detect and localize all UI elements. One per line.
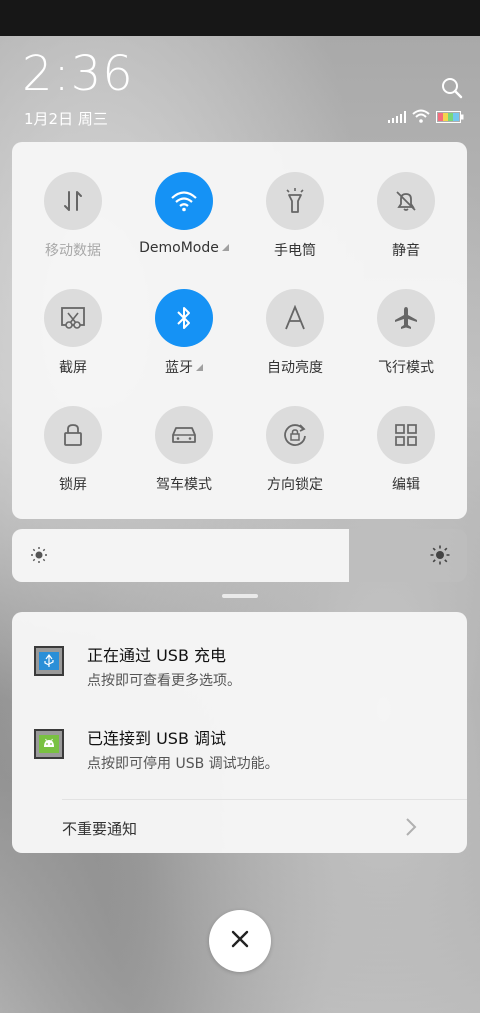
rotation-lock-icon: [266, 406, 324, 464]
unimportant-notifications-link[interactable]: 不重要通知: [62, 818, 137, 839]
wifi-status-icon: [412, 108, 430, 127]
signal-icon: [388, 108, 406, 127]
brightness-low-icon: [30, 546, 48, 568]
chevron-right-icon[interactable]: [405, 817, 417, 841]
tile-edit[interactable]: 编辑: [351, 406, 461, 494]
tile-driving-mode[interactable]: 驾车模式: [129, 406, 239, 494]
airplane-icon: [377, 289, 435, 347]
close-icon: [231, 930, 249, 952]
tile-mute[interactable]: 静音: [351, 172, 461, 260]
tile-mobile-data[interactable]: 移动数据: [18, 172, 128, 260]
usb-icon: [34, 646, 64, 676]
tile-label: 蓝牙: [165, 360, 193, 376]
divider: [62, 799, 467, 800]
drag-handle[interactable]: [222, 594, 258, 598]
tile-label: 飞行模式: [378, 360, 434, 376]
tile-label: 自动亮度: [267, 360, 323, 376]
android-icon: [34, 729, 64, 759]
date: 1月2日 周三: [24, 110, 108, 128]
bluetooth-icon: [155, 289, 213, 347]
tile-auto-brightness[interactable]: 自动亮度: [240, 289, 350, 377]
expand-triangle-icon: [221, 244, 229, 251]
flashlight-icon: [266, 172, 324, 230]
tile-flashlight[interactable]: 手电筒: [240, 172, 350, 260]
letter-a-icon: [266, 289, 324, 347]
wifi-icon: [155, 172, 213, 230]
grid-icon: [377, 406, 435, 464]
lock-icon: [44, 406, 102, 464]
tile-screenshot[interactable]: 截屏: [18, 289, 128, 377]
tile-label: 方向锁定: [267, 477, 323, 493]
tile-label: 手电筒: [274, 243, 316, 259]
brightness-high-icon: [430, 545, 450, 569]
tile-label: 锁屏: [59, 477, 87, 493]
tile-label: 驾车模式: [156, 477, 212, 493]
tile-label: 静音: [392, 243, 420, 259]
tile-airplane[interactable]: 飞行模式: [351, 289, 461, 377]
tile-label: 移动数据: [45, 243, 101, 259]
tile-lock-screen[interactable]: 锁屏: [18, 406, 128, 494]
notification-panel: 正在通过 USB 充电 点按即可查看更多选项。 已连接到 USB 调试 点按即可…: [12, 612, 467, 853]
tile-label: 编辑: [392, 477, 420, 493]
scissors-icon: [44, 289, 102, 347]
bell-off-icon: [377, 172, 435, 230]
clear-all-button[interactable]: [209, 910, 271, 972]
tile-rotation-lock[interactable]: 方向锁定: [240, 406, 350, 494]
expand-triangle-icon: [196, 364, 203, 371]
battery-icon: [436, 108, 464, 127]
notification-subtitle: 点按即可查看更多选项。: [87, 673, 241, 689]
status-icons: [388, 108, 464, 127]
search-icon[interactable]: [440, 76, 464, 100]
clock: 2:36: [22, 46, 134, 102]
top-status-strip: [0, 0, 480, 36]
tile-label: DemoMode: [139, 240, 219, 256]
brightness-fill: [12, 529, 349, 582]
mobile-data-icon: [44, 172, 102, 230]
quick-settings-panel: 移动数据 DemoMode 手电筒 静音 截屏 蓝牙 自动亮度 飞行模式 锁屏 …: [12, 142, 467, 519]
tile-wifi[interactable]: DemoMode: [129, 172, 239, 256]
notification-title: 已连接到 USB 调试: [87, 729, 227, 748]
notification-title: 正在通过 USB 充电: [87, 646, 227, 665]
tile-bluetooth[interactable]: 蓝牙: [129, 289, 239, 377]
tile-label: 截屏: [59, 360, 87, 376]
brightness-slider[interactable]: [12, 529, 467, 582]
car-icon: [155, 406, 213, 464]
notification-subtitle: 点按即可停用 USB 调试功能。: [87, 756, 279, 772]
